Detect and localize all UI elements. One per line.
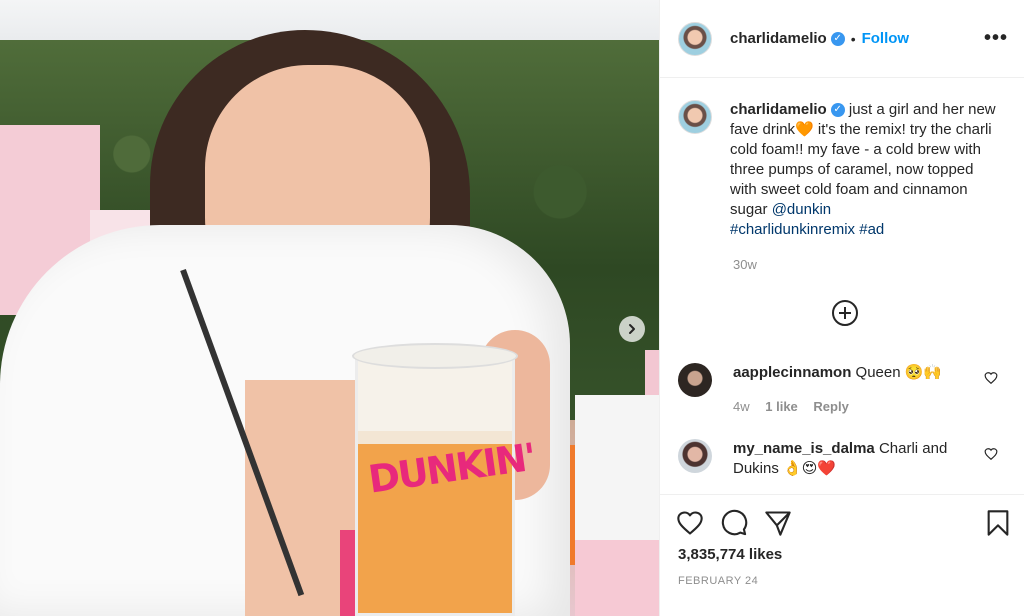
like-comment-heart-icon[interactable] xyxy=(984,447,998,461)
hashtag-link[interactable]: #charlidunkinremix xyxy=(730,221,855,238)
caption-text-block: charlidamelio ✓ just a girl and her new f… xyxy=(730,100,998,240)
like-comment-heart-icon[interactable] xyxy=(984,371,998,385)
cup-lid xyxy=(352,343,518,369)
comment-meta: 4w 1 like Reply xyxy=(733,397,978,417)
author-username[interactable]: charlidamelio xyxy=(730,30,827,47)
hashtag-link[interactable]: #ad xyxy=(859,221,884,238)
separator-dot: • xyxy=(850,30,856,47)
verified-badge-icon: ✓ xyxy=(830,103,845,118)
commenter-username[interactable]: my_name_is_dalma xyxy=(733,440,875,457)
comment-body: Queen 🥺🙌 xyxy=(855,364,943,381)
post-actions: 3,835,774 likes FEBRUARY 24 xyxy=(660,494,1024,616)
post-caption: charlidamelio ✓ just a girl and her new f… xyxy=(678,100,1013,240)
comment-item: my_name_is_dalma Charli and Dukins 👌😍❤️ xyxy=(678,439,1013,479)
load-more-comments-button[interactable] xyxy=(832,300,858,326)
follow-button[interactable]: Follow xyxy=(862,30,910,47)
cup-logo: DUNKIN' xyxy=(365,434,538,502)
like-heart-icon[interactable] xyxy=(676,509,704,537)
comment-item: aapplecinnamon Queen 🥺🙌 4w 1 like Reply xyxy=(678,363,1013,417)
post-side-panel: charlidamelio ✓ • Follow ••• charlidamel… xyxy=(659,0,1024,616)
commenter-username[interactable]: aapplecinnamon xyxy=(733,364,851,381)
post-date[interactable]: FEBRUARY 24 xyxy=(678,575,758,587)
mention-link[interactable]: @dunkin xyxy=(772,201,831,218)
commenter-avatar[interactable] xyxy=(678,363,712,397)
caption-body: just a girl and her new fave drink🧡 it's… xyxy=(730,101,996,218)
likes-count[interactable]: 3,835,774 likes xyxy=(678,546,782,563)
chevron-right-icon xyxy=(629,324,635,334)
author-avatar[interactable] xyxy=(678,21,712,56)
comment-text-block: aapplecinnamon Queen 🥺🙌 4w 1 like Reply xyxy=(733,363,978,417)
comment-likes[interactable]: 1 like xyxy=(765,399,798,414)
more-options-icon[interactable]: ••• xyxy=(984,27,1008,50)
photo-block xyxy=(575,540,659,616)
photo-drink-cup: DUNKIN' xyxy=(352,343,538,616)
comment-text-block: my_name_is_dalma Charli and Dukins 👌😍❤️ xyxy=(733,439,978,479)
caption-avatar[interactable] xyxy=(678,100,712,134)
action-icons xyxy=(676,509,792,537)
bookmark-icon[interactable] xyxy=(985,509,1011,537)
commenter-avatar[interactable] xyxy=(678,439,712,473)
comment-bubble-icon[interactable] xyxy=(720,509,748,537)
post-viewer: DUNKIN' charlidamelio ✓ • Follow ••• cha… xyxy=(0,0,1024,616)
post-photo[interactable]: DUNKIN' xyxy=(0,0,659,616)
caption-username[interactable]: charlidamelio xyxy=(730,101,827,118)
comment-time[interactable]: 4w xyxy=(733,399,750,414)
plus-circle-icon xyxy=(839,307,851,319)
verified-badge-icon: ✓ xyxy=(830,31,845,46)
post-header: charlidamelio ✓ • Follow ••• xyxy=(660,0,1024,78)
next-photo-button[interactable] xyxy=(619,316,645,342)
share-paper-plane-icon[interactable] xyxy=(764,509,792,537)
reply-button[interactable]: Reply xyxy=(813,399,848,414)
caption-timestamp[interactable]: 30w xyxy=(733,257,757,272)
